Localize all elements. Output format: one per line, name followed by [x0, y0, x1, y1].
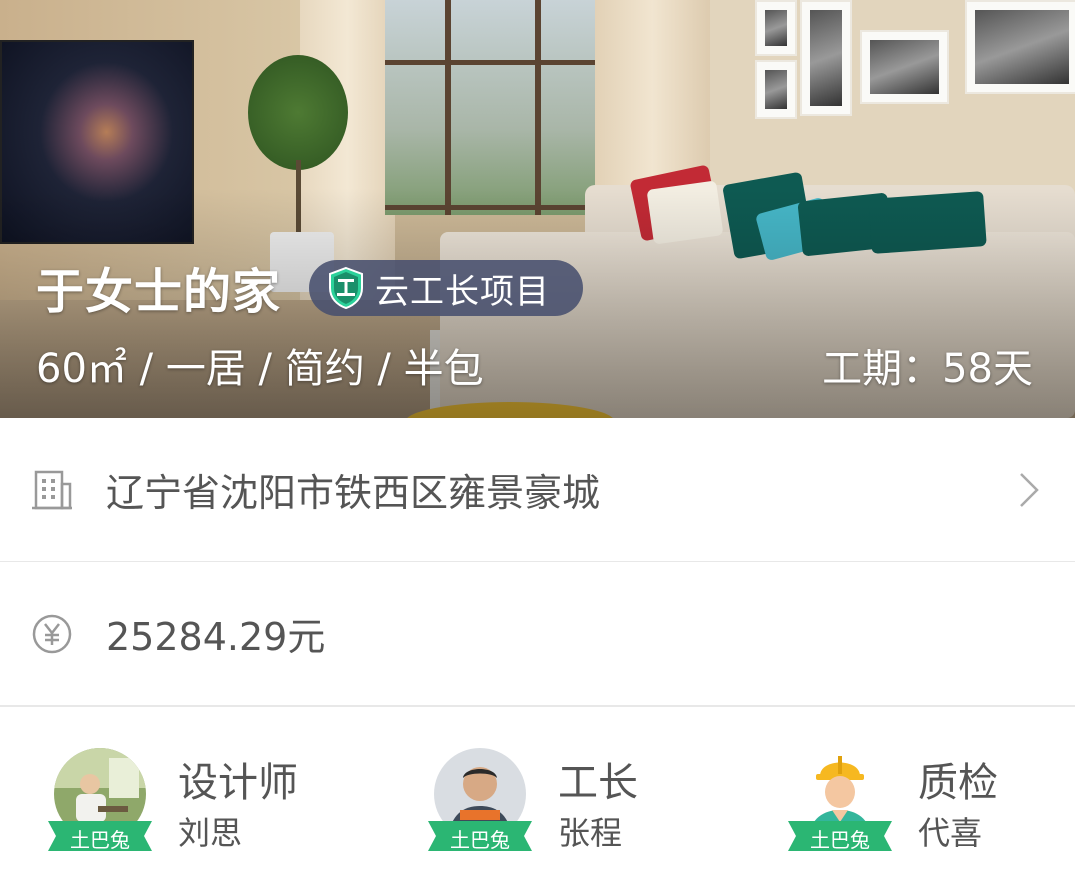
member-name: 代喜	[918, 814, 983, 852]
project-area: 60㎡	[36, 346, 127, 392]
project-duration: 工期：58天	[822, 346, 1033, 392]
badge-label: 云工长项目	[375, 271, 550, 312]
project-team: 土巴兔 设计师 刘思 土巴兔 工长 张程 土巴兔 质检 代喜	[0, 706, 1075, 879]
role-label: 质检	[918, 760, 998, 806]
shield-icon	[329, 266, 363, 310]
role-label: 工长	[558, 760, 638, 806]
role-label: 设计师	[178, 760, 298, 806]
project-style: / 一居 / 简约 / 半包	[139, 346, 484, 392]
chevron-right-icon[interactable]	[1017, 470, 1041, 510]
tubatu-tag: 土巴兔	[428, 821, 532, 852]
building-icon	[32, 470, 72, 509]
yungongzhang-project-badge: 云工长项目	[309, 260, 583, 316]
project-cover-image: 于女士的家 云工长项目 60㎡ / 一居 / 简约 / 半包 工期：58天	[0, 0, 1075, 418]
price-row: 25284.29元	[0, 562, 1075, 707]
address-text: 辽宁省沈阳市铁西区雍景豪城	[106, 471, 601, 515]
tubatu-tag: 土巴兔	[48, 821, 152, 852]
member-name: 张程	[558, 814, 623, 852]
yuan-icon	[32, 614, 72, 653]
address-row[interactable]: 辽宁省沈阳市铁西区雍景豪城	[0, 418, 1075, 563]
tubatu-tag: 土巴兔	[788, 821, 892, 852]
project-attributes: 60㎡ / 一居 / 简约 / 半包	[36, 336, 484, 394]
price-text: 25284.29元	[106, 615, 326, 659]
project-title: 于女士的家	[36, 264, 282, 320]
member-name: 刘思	[178, 814, 243, 852]
